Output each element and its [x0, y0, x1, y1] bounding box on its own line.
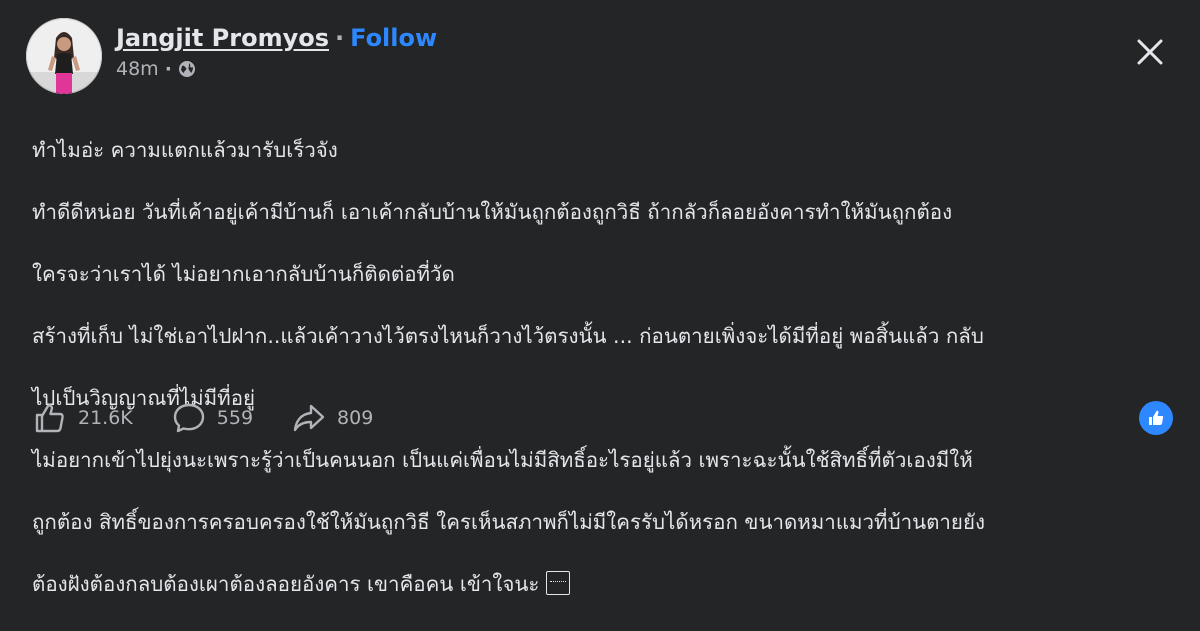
dot-separator: ·	[164, 58, 172, 80]
name-row: Jangjit Promyos · Follow	[116, 22, 437, 54]
post-paragraph: ทำไมอ่ะ ความแตกแล้วมารับเร็วจัง	[32, 138, 338, 162]
separator: ·	[335, 24, 345, 52]
timestamp-link[interactable]: 48m	[116, 58, 159, 80]
like-count: 21.6K	[78, 407, 133, 429]
globe-icon[interactable]	[178, 60, 196, 78]
facebook-post: Jangjit Promyos · Follow 48m · ทำไมอ่ะ ค…	[0, 0, 1200, 596]
post-paragraph-text: ต้องฝังต้องกลบต้องเผาต้องลอยอังคาร เขาคื…	[32, 572, 546, 596]
share-icon	[293, 404, 325, 432]
post-paragraph: สร้างที่เก็บ ไม่ใช่เอาไปฝาก..แล้วเค้าวาง…	[32, 324, 984, 348]
like-reaction-icon[interactable]	[1139, 401, 1173, 435]
follow-button[interactable]: Follow	[350, 22, 437, 54]
action-bar: 21.6K 559 809	[32, 400, 411, 436]
author-name-link[interactable]: Jangjit Promyos	[116, 22, 329, 54]
post-text: ทำไมอ่ะ ความแตกแล้วมารับเร็วจัง ทำดีดีหน…	[32, 104, 1182, 631]
post-header: Jangjit Promyos · Follow 48m ·	[26, 18, 437, 94]
comment-button[interactable]: 559	[171, 400, 253, 436]
share-button[interactable]: 809	[291, 400, 373, 436]
post-paragraph-last: ต้องฝังต้องกลบต้องเผาต้องลอยอังคาร เขาคื…	[32, 569, 1182, 600]
comment-icon	[173, 403, 204, 433]
post-subline: 48m ·	[116, 58, 437, 80]
post-meta: Jangjit Promyos · Follow 48m ·	[116, 22, 437, 80]
close-icon[interactable]	[1134, 36, 1166, 68]
post-paragraph: ใครจะว่าเราได้ ไม่อยากเอากลับบ้านก็ติดต่…	[32, 262, 455, 286]
post-paragraph: ไม่อยากเข้าไปยุ่งนะเพราะรู้ว่าเป็นคนนอก …	[32, 448, 973, 472]
post-paragraph: ถูกต้อง สิทธิ์ของการครอบครองใช้ให้มันถูก…	[32, 510, 985, 534]
avatar[interactable]	[26, 18, 102, 94]
share-count: 809	[337, 407, 374, 429]
comment-count: 559	[216, 407, 254, 429]
like-button[interactable]: 21.6K	[32, 400, 133, 436]
thumbs-up-icon	[35, 404, 64, 433]
emoji-icon	[545, 571, 570, 595]
post-paragraph: ทำดีดีหน่อย วันที่เค้าอยู่เค้ามีบ้านก็ เ…	[32, 200, 953, 224]
